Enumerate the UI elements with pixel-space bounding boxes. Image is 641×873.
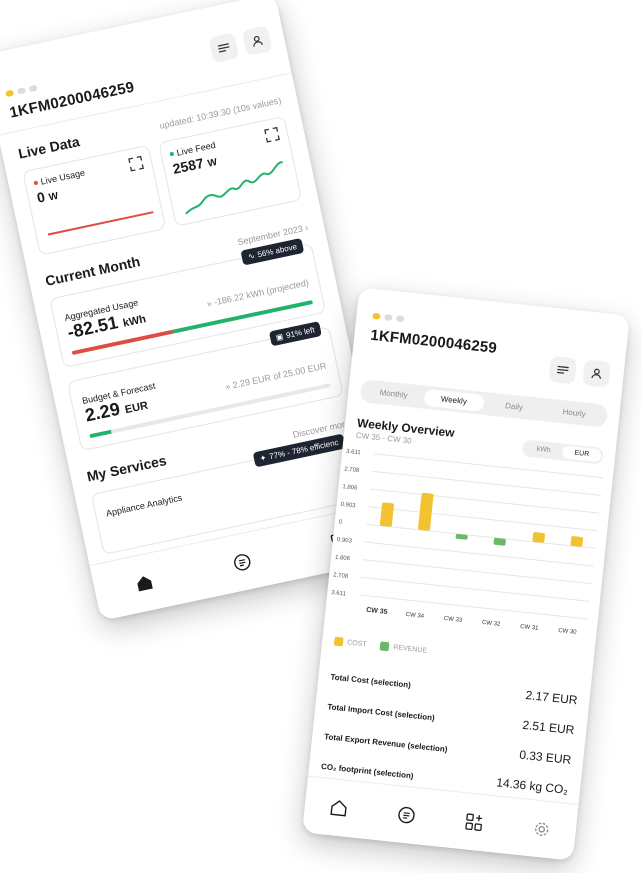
profile-button[interactable] <box>582 359 611 388</box>
tab-hourly[interactable]: Hourly <box>543 401 605 424</box>
bar-cost <box>418 492 434 531</box>
y-tick-label: 0.903 <box>340 502 356 510</box>
tab-monthly[interactable]: Monthly <box>363 382 425 405</box>
grid-line <box>362 559 592 585</box>
list-icon[interactable] <box>232 552 253 573</box>
grid-line <box>361 576 590 602</box>
usage-dot <box>33 180 39 186</box>
budget-unit: EUR <box>123 399 150 417</box>
unit-eur[interactable]: EUR <box>561 445 602 463</box>
x-tick-label: CW 31 <box>520 624 540 632</box>
bar-cost <box>532 532 545 543</box>
menu-icon <box>556 365 569 374</box>
x-tick-label: CW 30 <box>558 628 578 636</box>
home-icon[interactable] <box>134 572 155 593</box>
user-icon <box>591 368 601 380</box>
live-feed-unit: W <box>206 156 219 170</box>
tab-daily[interactable]: Daily <box>483 395 545 418</box>
x-tick-label: CW 32 <box>482 620 502 628</box>
x-tick-label: CW 33 <box>444 616 464 624</box>
y-tick-label: 3.611 <box>331 590 347 598</box>
y-tick-label: 1.806 <box>335 555 351 563</box>
menu-button[interactable] <box>208 32 240 64</box>
x-tick-label: CW 34 <box>405 612 425 620</box>
wallet-icon: ▣ <box>274 331 285 343</box>
live-usage-tile[interactable]: Live Usage 0 W <box>22 144 167 256</box>
unit-kwh[interactable]: kWh <box>524 441 563 458</box>
apps-add-icon[interactable] <box>464 812 484 832</box>
home-icon[interactable] <box>329 798 349 818</box>
grid-line <box>364 541 594 567</box>
bar-revenue <box>493 537 506 546</box>
expand-icon[interactable] <box>128 155 145 172</box>
tab-weekly[interactable]: Weekly <box>422 388 485 412</box>
header: 1KFM0200046259 <box>353 287 630 388</box>
gear-icon[interactable] <box>532 819 552 839</box>
profile-button[interactable] <box>241 25 273 57</box>
menu-button[interactable] <box>548 355 578 385</box>
live-data-title: Live Data <box>16 133 82 162</box>
trend-icon: ∿ <box>247 251 256 262</box>
grid-line <box>368 506 598 532</box>
expand-icon[interactable] <box>264 126 281 143</box>
grid-line <box>359 594 589 620</box>
aggregated-unit: kWh <box>121 313 148 330</box>
live-feed-tile[interactable]: Live Feed 2587 W <box>158 115 303 227</box>
y-tick-label: 2.708 <box>333 572 349 580</box>
x-tick-label: CW 35 <box>366 607 388 616</box>
y-tick-label: 0.903 <box>337 537 353 545</box>
grid-line <box>372 470 602 496</box>
live-usage-value: 0 <box>35 188 47 206</box>
grid-line <box>370 488 600 514</box>
y-tick-label: 2.708 <box>344 466 360 474</box>
y-tick-label: 0 <box>338 519 343 525</box>
bar-cost <box>570 536 584 547</box>
bar-cost <box>379 502 394 527</box>
menu-icon <box>217 43 230 53</box>
feed-dot <box>169 151 175 157</box>
phone-weekly-overview: 1KFM0200046259 Monthly Weekly Daily Hour… <box>302 287 630 861</box>
user-icon <box>253 35 263 47</box>
live-usage-unit: W <box>47 190 60 204</box>
weekly-bar-chart: 3.611 2.708 1.806 0.903 0 0.903 1.806 2.708 3.61… <box>331 449 603 636</box>
y-tick-label: 3.611 <box>346 449 362 457</box>
grid-line <box>366 523 596 549</box>
sparkle-icon: ✦ <box>258 453 268 464</box>
y-tick-label: 1.806 <box>342 484 358 492</box>
status-badge: ▣ 91% left <box>268 321 322 347</box>
list-icon[interactable] <box>397 805 417 825</box>
